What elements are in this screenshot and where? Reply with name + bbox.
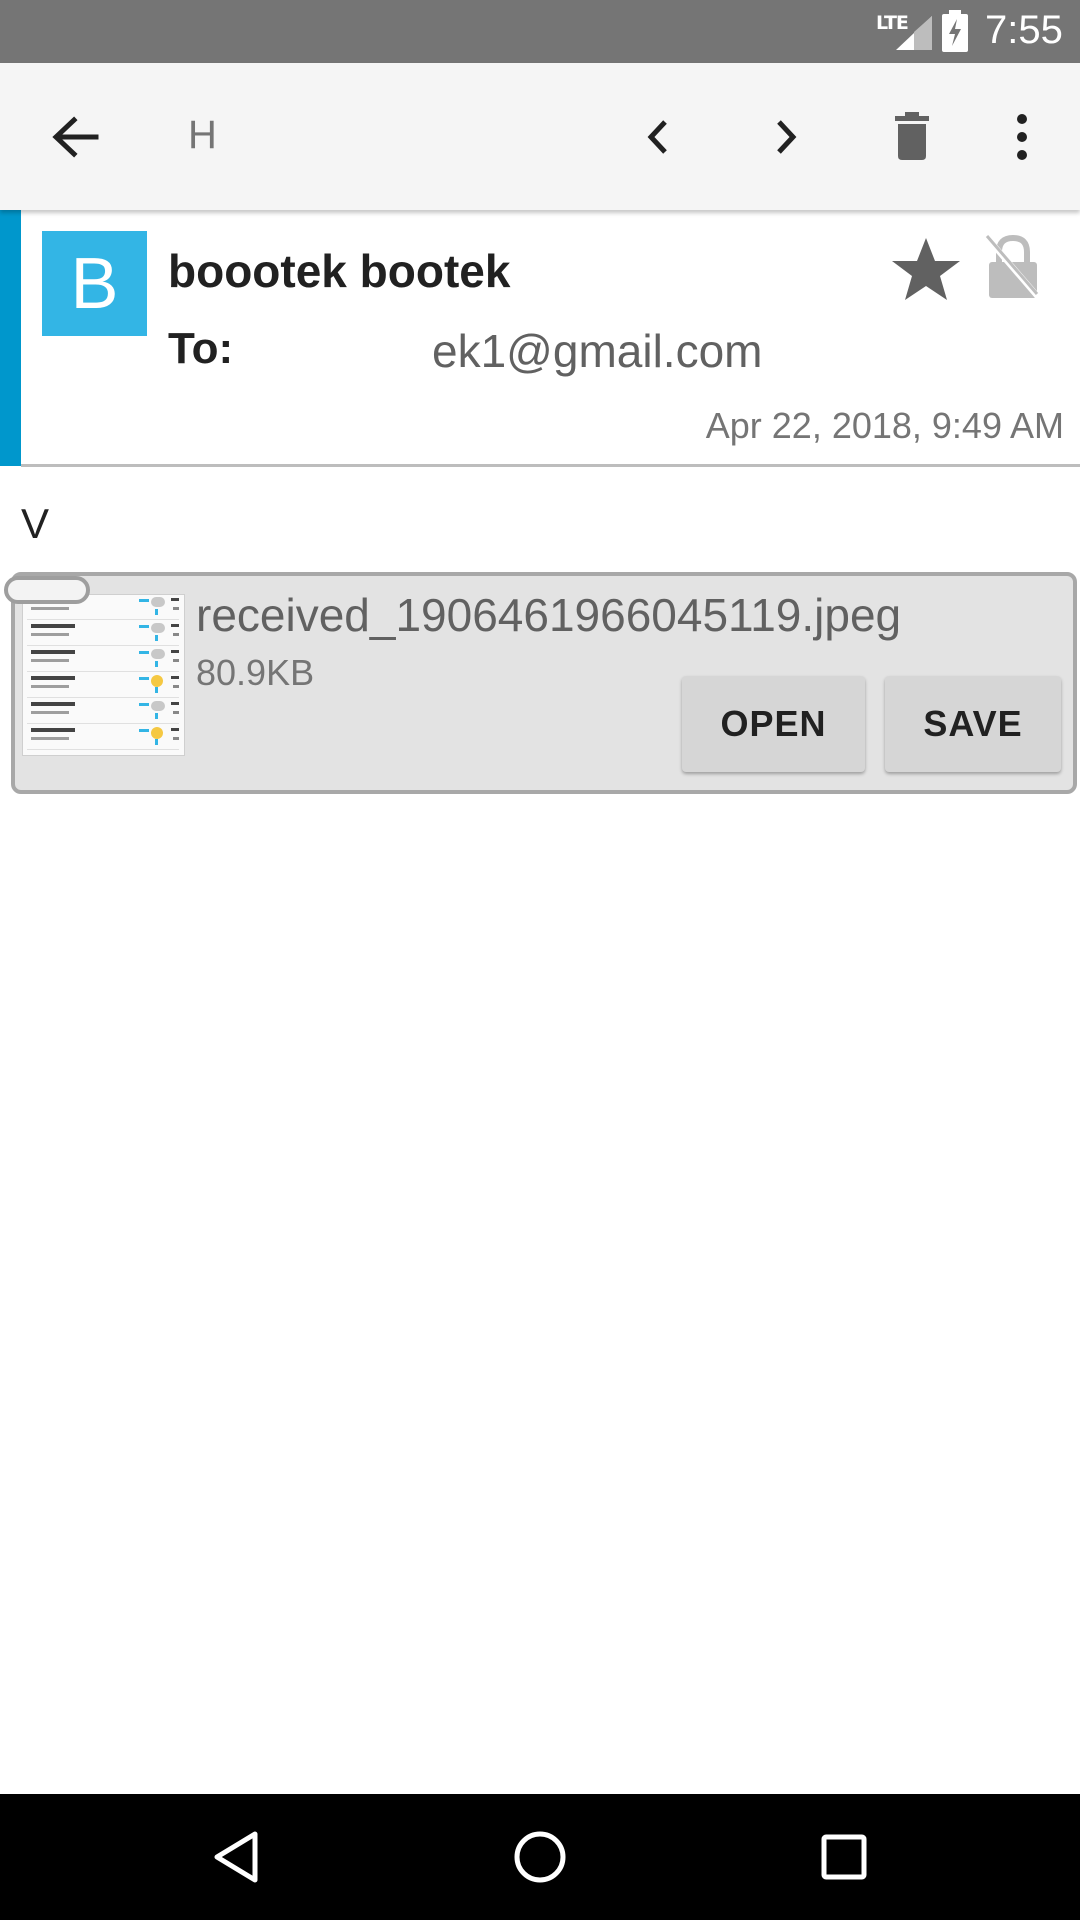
nav-recents-button[interactable] — [774, 1794, 914, 1920]
sender-name: boootek bootek — [168, 245, 511, 297]
signal-icon — [896, 16, 932, 50]
delete-button[interactable] — [868, 63, 956, 210]
system-navigation-bar — [0, 1794, 1080, 1920]
paperclip-icon — [4, 576, 90, 604]
battery-charging-icon — [942, 10, 968, 52]
nav-back-button[interactable] — [166, 1794, 306, 1920]
status-bar: LTE 7:55 — [0, 0, 1080, 63]
previous-message-button[interactable] — [618, 63, 698, 210]
trash-icon — [895, 111, 929, 160]
toolbar-title: H — [188, 113, 217, 157]
header-divider — [21, 464, 1080, 467]
nav-recents-icon — [821, 1834, 867, 1880]
overflow-menu-button[interactable] — [980, 63, 1064, 210]
clock: 7:55 — [985, 8, 1063, 52]
recipient-address: ek1@gmail.com — [432, 325, 763, 377]
nav-home-button[interactable] — [470, 1794, 610, 1920]
attachment-size: 80.9KB — [196, 652, 315, 693]
message-header: B boootek bootek To: ek1@gmail.com Apr 2… — [0, 210, 1080, 467]
message-date: Apr 22, 2018, 9:49 AM — [705, 405, 1064, 446]
nav-back-icon — [214, 1831, 258, 1883]
sender-avatar[interactable]: B — [42, 231, 147, 336]
message-body: V — [21, 500, 50, 547]
nav-home-icon — [514, 1831, 566, 1883]
open-attachment-button[interactable]: OPEN — [682, 676, 865, 772]
back-arrow-icon — [52, 115, 99, 158]
unlocked-lock-icon — [985, 234, 1042, 300]
unread-accent-bar — [0, 210, 21, 466]
attachment-thumbnail[interactable] — [22, 594, 185, 756]
star-button[interactable] — [890, 236, 962, 307]
attachment-filename: received_1906461966045119.jpeg — [196, 589, 902, 641]
message-toolbar: H — [0, 63, 1080, 210]
crypto-status-button[interactable] — [985, 234, 1042, 305]
chevron-right-icon — [777, 119, 797, 154]
back-button[interactable] — [30, 63, 120, 210]
to-label: To: — [168, 324, 234, 373]
next-message-button[interactable] — [746, 63, 826, 210]
star-icon — [892, 238, 960, 300]
overflow-menu-icon — [1017, 113, 1027, 160]
chevron-left-icon — [647, 119, 667, 154]
save-attachment-button[interactable]: SAVE — [885, 676, 1061, 772]
